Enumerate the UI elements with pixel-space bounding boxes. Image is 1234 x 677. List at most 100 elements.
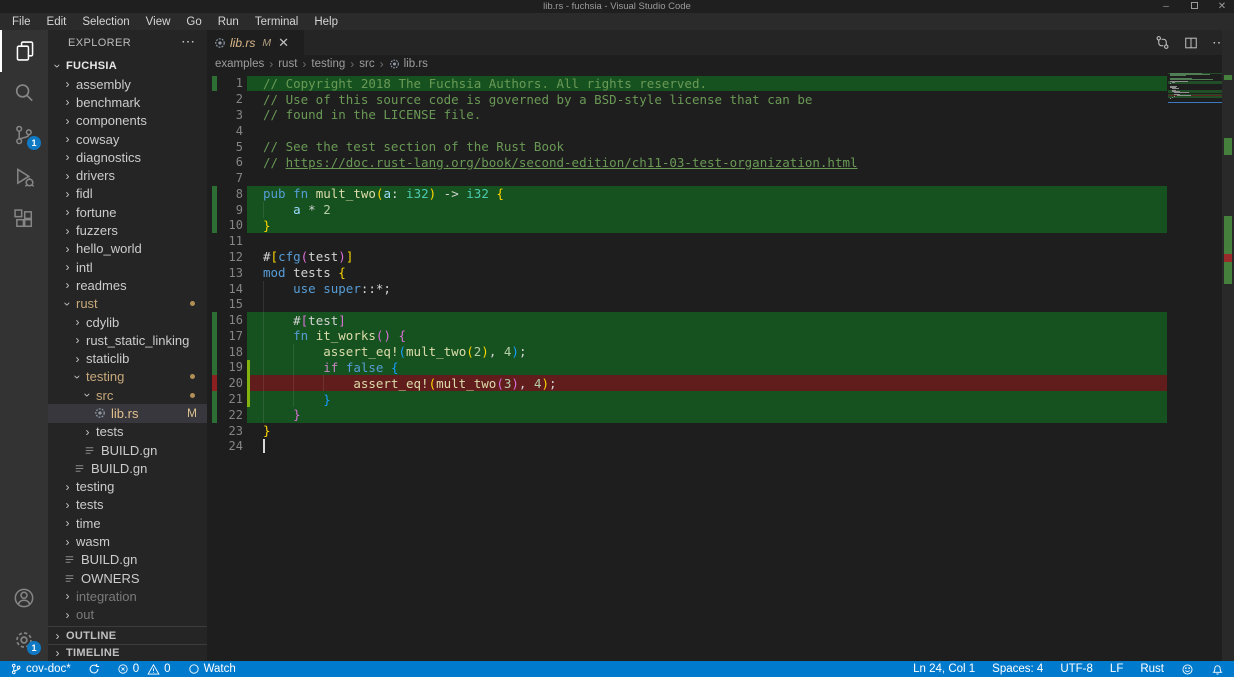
line-number[interactable]: 13 bbox=[217, 266, 243, 280]
tab-close-icon[interactable]: ✕ bbox=[278, 35, 289, 51]
code-line-4[interactable]: 4 bbox=[207, 123, 1222, 139]
tree-item-cowsay[interactable]: ›cowsay bbox=[48, 130, 207, 148]
tree-item-fidl[interactable]: ›fidl bbox=[48, 185, 207, 203]
line-number[interactable]: 6 bbox=[217, 155, 243, 169]
tree-item-components[interactable]: ›components bbox=[48, 112, 207, 130]
tree-item-owners[interactable]: OWNERS bbox=[48, 569, 207, 587]
menu-item-view[interactable]: View bbox=[138, 16, 179, 28]
code-line-18[interactable]: 18 assert_eq!(mult_two(2), 4); bbox=[207, 344, 1222, 360]
code-line-17[interactable]: 17 fn it_works() { bbox=[207, 328, 1222, 344]
code-line-8[interactable]: 8pub fn mult_two(a: i32) -> i32 { bbox=[207, 186, 1222, 202]
menu-item-edit[interactable]: Edit bbox=[39, 16, 75, 28]
encoding-status[interactable]: UTF-8 bbox=[1060, 663, 1093, 675]
line-number[interactable]: 15 bbox=[217, 297, 243, 311]
search-icon[interactable] bbox=[0, 72, 48, 114]
sync-status[interactable] bbox=[88, 663, 100, 675]
tree-item-out[interactable]: ›out bbox=[48, 606, 207, 624]
line-number[interactable]: 8 bbox=[217, 187, 243, 201]
code-line-23[interactable]: 23} bbox=[207, 423, 1222, 439]
tree-item-build-gn[interactable]: BUILD.gn bbox=[48, 441, 207, 459]
line-number[interactable]: 1 bbox=[217, 76, 243, 90]
indentation-status[interactable]: Spaces: 4 bbox=[992, 663, 1043, 675]
tree-item-testing[interactable]: ›testing bbox=[48, 368, 207, 386]
tree-item-fuzzers[interactable]: ›fuzzers bbox=[48, 221, 207, 239]
code-line-11[interactable]: 11 bbox=[207, 233, 1222, 249]
minimize-icon[interactable]: – bbox=[1160, 0, 1172, 13]
cursor-position-status[interactable]: Ln 24, Col 1 bbox=[913, 663, 975, 675]
tree-item-fortune[interactable]: ›fortune bbox=[48, 203, 207, 221]
line-number[interactable]: 17 bbox=[217, 329, 243, 343]
eol-status[interactable]: LF bbox=[1110, 663, 1123, 675]
tree-item-assembly[interactable]: ›assembly bbox=[48, 75, 207, 93]
line-number[interactable]: 11 bbox=[217, 234, 243, 248]
tree-item-build-gn[interactable]: BUILD.gn bbox=[48, 551, 207, 569]
tree-item-diagnostics[interactable]: ›diagnostics bbox=[48, 148, 207, 166]
breadcrumb-item-lib-rs[interactable]: lib.rs bbox=[404, 58, 428, 70]
line-number[interactable]: 14 bbox=[217, 282, 243, 296]
outline-pane-header[interactable]: › OUTLINE bbox=[48, 626, 207, 644]
breadcrumb-item-testing[interactable]: testing bbox=[311, 58, 345, 70]
tree-item-integration[interactable]: ›integration bbox=[48, 587, 207, 605]
settings-gear-icon[interactable]: 1 bbox=[0, 619, 48, 661]
code-line-14[interactable]: 14 use super::*; bbox=[207, 281, 1222, 297]
account-icon[interactable] bbox=[0, 577, 48, 619]
code-line-21[interactable]: 21 } bbox=[207, 391, 1222, 407]
line-number[interactable]: 18 bbox=[217, 345, 243, 359]
views-and-more-actions-icon[interactable]: ⋯ bbox=[181, 33, 195, 50]
breadcrumb-item-src[interactable]: src bbox=[359, 58, 374, 70]
minimap[interactable] bbox=[1168, 73, 1222, 103]
notifications-bell-icon[interactable] bbox=[1211, 663, 1224, 676]
code-editor[interactable]: 1// Copyright 2018 The Fuchsia Authors. … bbox=[207, 72, 1222, 661]
overview-ruler[interactable] bbox=[1222, 30, 1234, 661]
code-line-7[interactable]: 7 bbox=[207, 170, 1222, 186]
line-number[interactable]: 9 bbox=[217, 203, 243, 217]
line-number[interactable]: 10 bbox=[217, 218, 243, 232]
line-number[interactable]: 3 bbox=[217, 108, 243, 122]
code-line-16[interactable]: 16 #[test] bbox=[207, 312, 1222, 328]
code-line-1[interactable]: 1// Copyright 2018 The Fuchsia Authors. … bbox=[207, 76, 1222, 92]
code-line-2[interactable]: 2// Use of this source code is governed … bbox=[207, 91, 1222, 107]
tree-item-time[interactable]: ›time bbox=[48, 514, 207, 532]
menu-item-run[interactable]: Run bbox=[210, 16, 247, 28]
code-line-9[interactable]: 9 a * 2 bbox=[207, 202, 1222, 218]
line-number[interactable]: 23 bbox=[217, 424, 243, 438]
code-line-5[interactable]: 5// See the test section of the Rust Boo… bbox=[207, 139, 1222, 155]
tree-item-testing[interactable]: ›testing bbox=[48, 478, 207, 496]
tree-item-intl[interactable]: ›intl bbox=[48, 258, 207, 276]
tree-item-src[interactable]: ›src bbox=[48, 386, 207, 404]
line-number[interactable]: 12 bbox=[217, 250, 243, 264]
line-number[interactable]: 20 bbox=[217, 376, 243, 390]
split-editor-icon[interactable] bbox=[1184, 36, 1198, 50]
code-line-13[interactable]: 13mod tests { bbox=[207, 265, 1222, 281]
open-changes-icon[interactable] bbox=[1155, 35, 1170, 50]
menu-item-help[interactable]: Help bbox=[306, 16, 346, 28]
run-debug-icon[interactable] bbox=[0, 156, 48, 198]
code-line-10[interactable]: 10} bbox=[207, 218, 1222, 234]
extensions-icon[interactable] bbox=[0, 198, 48, 240]
tree-item-benchmark[interactable]: ›benchmark bbox=[48, 93, 207, 111]
tab-lib-rs[interactable]: lib.rs M ✕ bbox=[207, 30, 304, 55]
menu-item-go[interactable]: Go bbox=[178, 16, 209, 28]
tree-item-tests[interactable]: ›tests bbox=[48, 496, 207, 514]
line-number[interactable]: 21 bbox=[217, 392, 243, 406]
git-branch-status[interactable]: cov-doc* bbox=[10, 663, 71, 675]
tree-item-rust-static-linking[interactable]: ›rust_static_linking bbox=[48, 331, 207, 349]
code-line-22[interactable]: 22 } bbox=[207, 407, 1222, 423]
line-number[interactable]: 5 bbox=[217, 140, 243, 154]
menu-item-terminal[interactable]: Terminal bbox=[247, 16, 306, 28]
code-line-19[interactable]: 19 if false { bbox=[207, 360, 1222, 376]
line-number[interactable]: 24 bbox=[217, 439, 243, 453]
maximize-icon[interactable] bbox=[1188, 0, 1200, 13]
line-number[interactable]: 7 bbox=[217, 171, 243, 185]
code-line-3[interactable]: 3// found in the LICENSE file. bbox=[207, 107, 1222, 123]
code-line-6[interactable]: 6// https://doc.rust-lang.org/book/secon… bbox=[207, 154, 1222, 170]
feedback-icon[interactable] bbox=[1181, 663, 1194, 676]
breadcrumb-item-examples[interactable]: examples bbox=[215, 58, 264, 70]
close-icon[interactable]: ✕ bbox=[1216, 0, 1228, 13]
tree-item-rust[interactable]: ›rust bbox=[48, 295, 207, 313]
code-line-24[interactable]: 24 bbox=[207, 438, 1222, 454]
tree-item-wasm[interactable]: ›wasm bbox=[48, 532, 207, 550]
menu-item-file[interactable]: File bbox=[4, 16, 39, 28]
language-mode-status[interactable]: Rust bbox=[1140, 663, 1164, 675]
workspace-section-fuchsia[interactable]: › FUCHSIA bbox=[48, 57, 207, 75]
